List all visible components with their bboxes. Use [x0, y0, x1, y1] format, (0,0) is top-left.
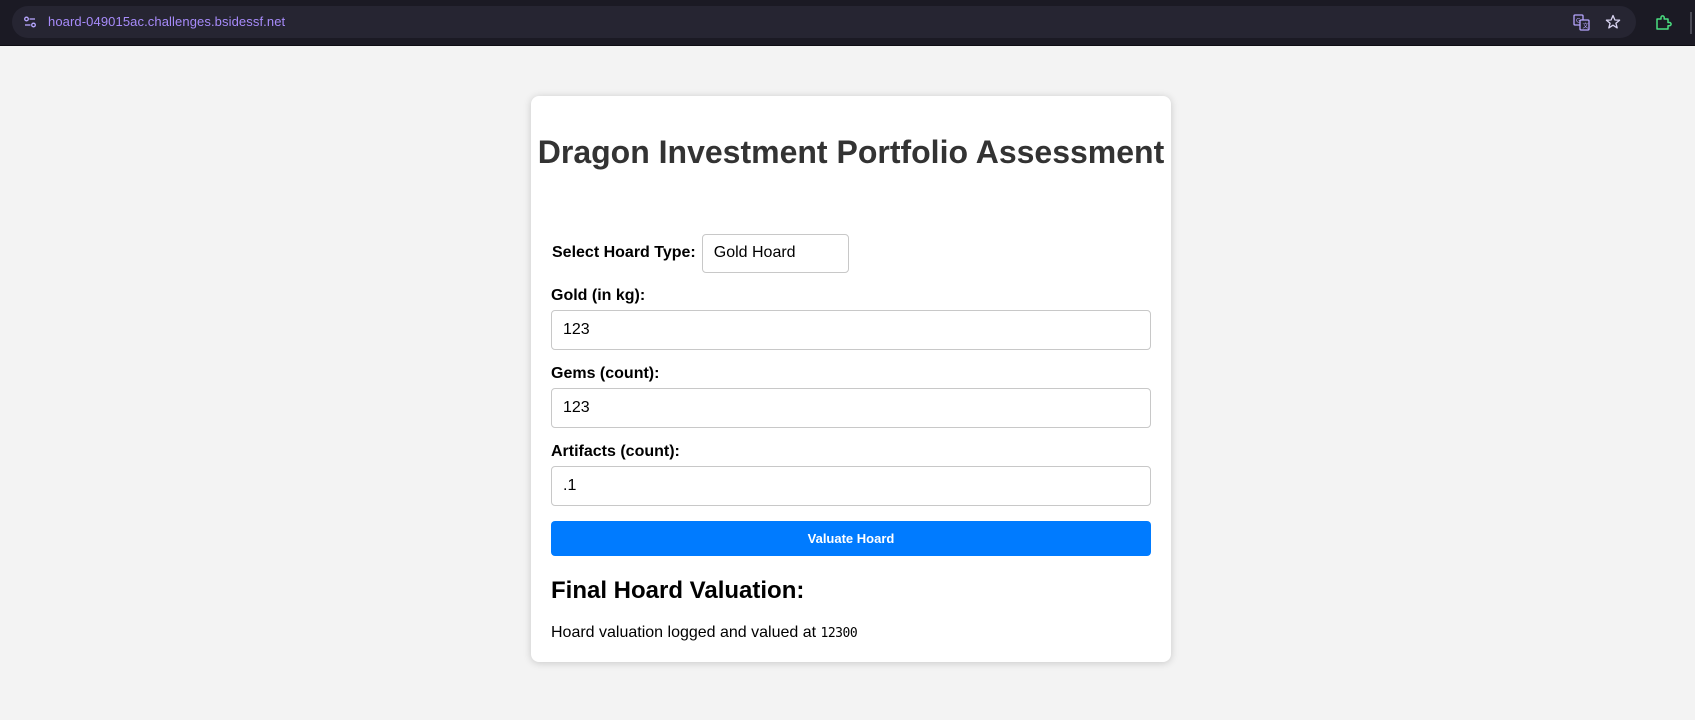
- gold-label: Gold (in kg):: [551, 287, 646, 304]
- result-heading: Final Hoard Valuation:: [551, 577, 805, 604]
- artifacts-input-value: .1: [563, 477, 577, 494]
- result-text: Hoard valuation logged and valued at 123…: [551, 624, 858, 642]
- page-title: Dragon Investment Portfolio Assessment: [537, 134, 1165, 170]
- gold-input-value: 123: [563, 321, 590, 338]
- gems-label: Gems (count):: [551, 365, 660, 382]
- gems-input-value: 123: [563, 399, 590, 416]
- gems-input[interactable]: 123: [551, 388, 1151, 428]
- hoard-type-selected-value: Gold Hoard: [713, 244, 796, 261]
- bookmark-star-icon[interactable]: [1602, 11, 1624, 33]
- toolbar-divider: [1690, 12, 1692, 34]
- result-prefix: Hoard valuation logged and valued at: [551, 624, 821, 641]
- svg-text:G: G: [1576, 17, 1581, 24]
- svg-text:文: 文: [1582, 22, 1588, 30]
- site-info-icon[interactable]: [18, 10, 42, 34]
- valuate-hoard-button[interactable]: Valuate Hoard: [551, 521, 1151, 556]
- valuation-card: Dragon Investment Portfolio Assessment S…: [531, 96, 1171, 662]
- hoard-type-label: Select Hoard Type:: [552, 244, 696, 261]
- hoard-type-row: Select Hoard Type: Gold Hoard: [552, 233, 849, 273]
- hoard-type-select[interactable]: Gold Hoard: [701, 233, 849, 273]
- result-value: 12300: [820, 626, 858, 641]
- artifacts-input[interactable]: .1: [551, 466, 1151, 506]
- artifacts-label: Artifacts (count):: [551, 443, 680, 460]
- address-bar[interactable]: hoard-049015ac.challenges.bsidessf.net G…: [12, 6, 1636, 38]
- translate-icon[interactable]: G 文: [1570, 11, 1592, 33]
- gold-input[interactable]: 123: [551, 310, 1151, 350]
- browser-toolbar: hoard-049015ac.challenges.bsidessf.net G…: [0, 0, 1695, 46]
- extension-icon[interactable]: [1651, 11, 1675, 35]
- url-text[interactable]: hoard-049015ac.challenges.bsidessf.net: [48, 14, 285, 29]
